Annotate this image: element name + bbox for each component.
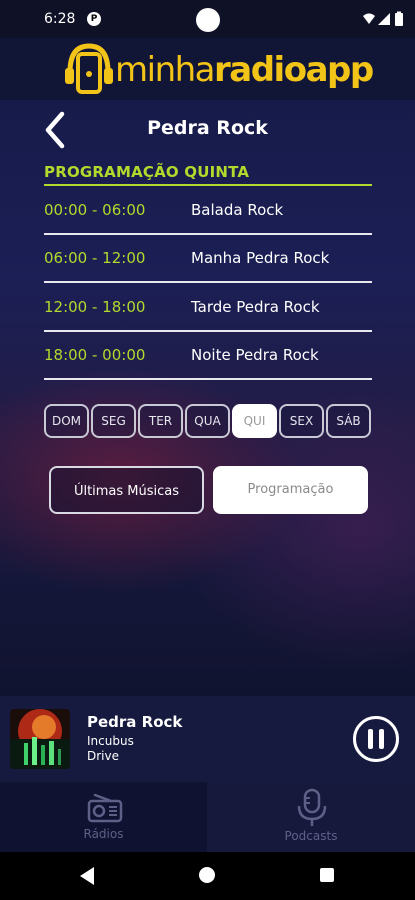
- microphone-icon: [297, 788, 327, 826]
- schedule-heading: PROGRAMAÇÃO QUINTA: [44, 163, 250, 181]
- now-playing-station: Pedra Rock: [87, 713, 183, 731]
- recents-square-icon[interactable]: [320, 868, 334, 882]
- day-seg[interactable]: SEG: [91, 404, 136, 438]
- schedule-show: Noite Pedra Rock: [191, 346, 319, 364]
- day-sex[interactable]: SEX: [279, 404, 324, 438]
- status-time: 6:28: [44, 11, 76, 27]
- now-playing-artist: Incubus: [87, 734, 134, 748]
- notification-icon: P: [87, 12, 101, 26]
- tab-radios-label: Rádios: [83, 827, 124, 841]
- schedule-show: Tarde Pedra Rock: [191, 298, 320, 316]
- schedule-time: 12:00 - 18:00: [44, 298, 146, 316]
- schedule-time: 00:00 - 06:00: [44, 201, 146, 219]
- schedule-show: Manha Pedra Rock: [191, 249, 330, 267]
- battery-icon: [395, 13, 403, 26]
- camera-cutout: [196, 8, 220, 32]
- logo-phone-icon: [65, 43, 113, 94]
- logo-text-radio: radio: [214, 50, 307, 90]
- logo-text-app: app: [305, 50, 375, 90]
- app-logo: minharadioapp: [115, 50, 375, 90]
- pause-icon: [368, 729, 384, 749]
- row-divider: [44, 378, 372, 380]
- schedule-row: 12:00 - 18:00 Tarde Pedra Rock: [44, 284, 372, 332]
- radio-icon: [87, 793, 123, 823]
- page-title: Pedra Rock: [147, 117, 268, 139]
- schedule-show: Balada Rock: [191, 201, 284, 219]
- schedule-time: 06:00 - 12:00: [44, 249, 146, 267]
- home-circle-icon[interactable]: [199, 867, 215, 883]
- latest-songs-button[interactable]: Últimas Músicas: [49, 466, 204, 514]
- logo-text-minha: minha: [115, 50, 216, 90]
- day-qua[interactable]: QUA: [185, 404, 230, 438]
- day-ter[interactable]: TER: [138, 404, 183, 438]
- schedule-button[interactable]: Programação: [213, 466, 368, 514]
- wifi-icon: [363, 13, 375, 24]
- heading-divider: [44, 184, 372, 186]
- schedule-time: 18:00 - 00:00: [44, 346, 146, 364]
- row-divider: [44, 281, 372, 283]
- status-icons: [363, 11, 403, 26]
- back-triangle-icon[interactable]: [78, 866, 96, 886]
- schedule-row: 18:00 - 00:00 Noite Pedra Rock: [44, 332, 372, 380]
- day-sab[interactable]: SÁB: [326, 404, 371, 438]
- day-qui[interactable]: QUI: [232, 404, 277, 438]
- tab-podcasts-label: Podcasts: [284, 829, 338, 843]
- pause-button[interactable]: [352, 715, 400, 763]
- day-selector: DOM SEG TER QUA QUI SEX SÁB: [44, 404, 371, 438]
- schedule-row: 06:00 - 12:00 Manha Pedra Rock: [44, 235, 372, 283]
- signal-icon: [378, 13, 390, 25]
- now-playing-song: Drive: [87, 749, 119, 763]
- schedule-row: 00:00 - 06:00 Balada Rock: [44, 187, 372, 235]
- day-dom[interactable]: DOM: [44, 404, 89, 438]
- album-art: [10, 709, 70, 769]
